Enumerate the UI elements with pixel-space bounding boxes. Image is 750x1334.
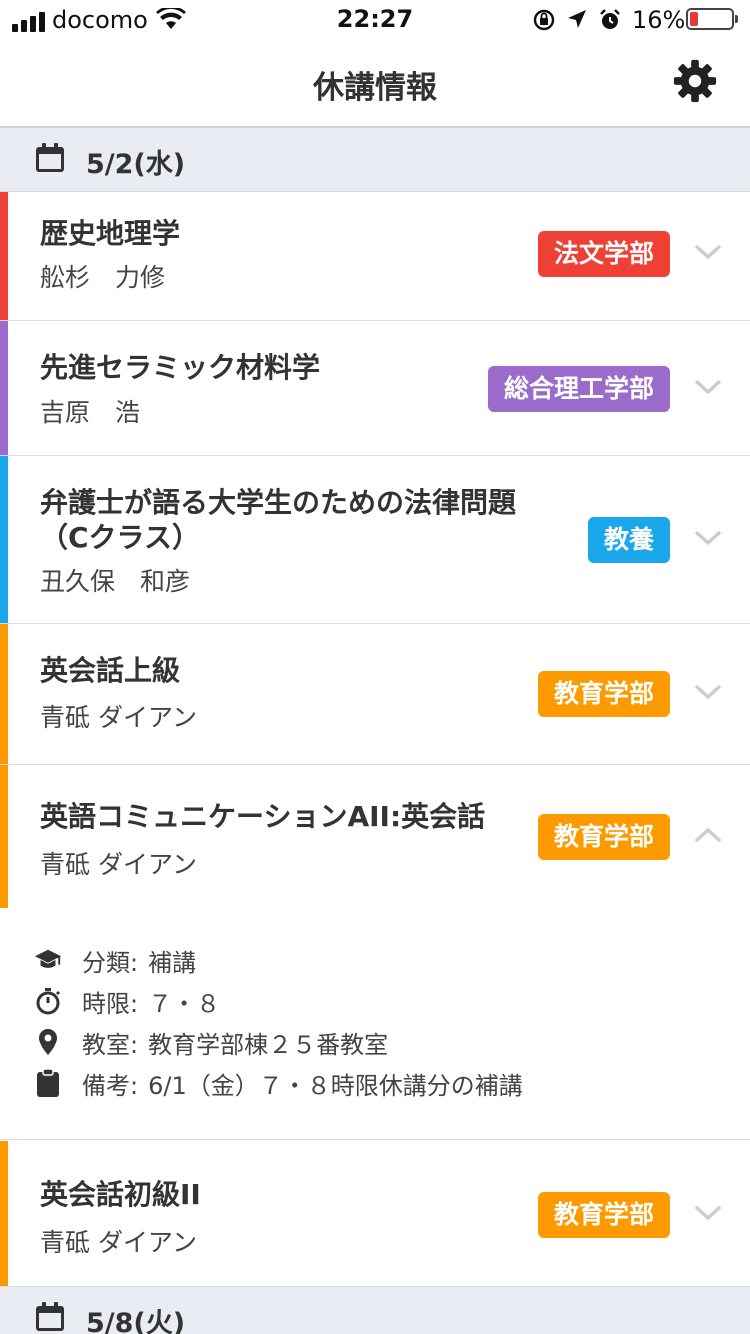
course-row[interactable]: 先進セラミック材料学 吉原 浩 総合理工学部: [0, 321, 750, 456]
orientation-lock-icon: [533, 9, 555, 31]
detail-category: 分類: 補講: [34, 940, 196, 980]
detail-value: 補講: [148, 948, 197, 977]
course-row-expanded[interactable]: 英語コミュニケーションAII:英会話 青砥 ダイアン 教育学部: [0, 765, 750, 908]
detail-value: 教育学部棟２５番教室: [148, 1030, 389, 1059]
course-teacher: 丑久保 和彦: [40, 567, 191, 596]
detail-value: ７・８: [148, 989, 221, 1018]
graduation-cap-icon: [34, 946, 62, 974]
date-label: 5/8(火): [86, 1308, 186, 1334]
faculty-badge: 教養: [587, 517, 670, 563]
battery-percent: 16%: [632, 6, 686, 34]
gear-icon[interactable]: [672, 58, 718, 104]
course-title: 英語コミュニケーションAII:英会話: [40, 800, 486, 833]
faculty-color-bar: [0, 192, 8, 320]
status-bar: docomo 22:27 16%: [0, 0, 750, 40]
faculty-badge: 総合理工学部: [487, 366, 670, 412]
chevron-down-icon[interactable]: [694, 238, 722, 266]
faculty-color-bar: [0, 765, 8, 908]
page-title: 休講情報: [313, 70, 437, 106]
calendar-icon: [36, 143, 64, 172]
map-pin-icon: [34, 1028, 62, 1056]
course-row[interactable]: 歴史地理学 舩杉 力修 法文学部: [0, 192, 750, 321]
detail-label: 教室:: [82, 1030, 139, 1059]
calendar-icon: [36, 1302, 64, 1331]
course-title: 歴史地理学: [40, 217, 181, 250]
course-row[interactable]: 英会話初級II 青砥 ダイアン 教育学部: [0, 1141, 750, 1287]
location-arrow-icon: [568, 10, 586, 28]
course-teacher: 舩杉 力修: [40, 263, 166, 292]
chevron-down-icon[interactable]: [694, 524, 722, 552]
course-row[interactable]: 弁護士が語る大学生のための法律問題 （Cクラス） 丑久保 和彦 教養: [0, 456, 750, 624]
alarm-icon: [600, 9, 620, 29]
chevron-up-icon[interactable]: [694, 821, 722, 849]
stopwatch-icon: [34, 987, 62, 1015]
course-title: 英会話上級: [40, 654, 181, 687]
faculty-badge: 教育学部: [537, 671, 670, 717]
chevron-down-icon[interactable]: [694, 678, 722, 706]
chevron-down-icon[interactable]: [694, 1199, 722, 1227]
clipboard-icon: [34, 1068, 62, 1097]
faculty-color-bar: [0, 1141, 8, 1286]
date-header: 5/8(火): [0, 1287, 750, 1334]
chevron-down-icon[interactable]: [694, 373, 722, 401]
course-teacher: 青砥 ダイアン: [40, 1228, 197, 1257]
course-teacher: 青砥 ダイアン: [40, 850, 197, 879]
faculty-badge: 法文学部: [537, 231, 670, 277]
course-row[interactable]: 英会話上級 青砥 ダイアン 教育学部: [0, 624, 750, 765]
course-title: 弁護士が語る大学生のための法律問題: [40, 486, 517, 519]
faculty-badge: 教育学部: [537, 814, 670, 860]
faculty-color-bar: [0, 456, 8, 623]
date-label: 5/2(水): [86, 149, 186, 180]
detail-value: 6/1（金）７・８時限休講分の補講: [148, 1071, 523, 1100]
course-teacher: 吉原 浩: [40, 398, 141, 427]
faculty-color-bar: [0, 624, 8, 764]
faculty-color-bar: [0, 321, 8, 455]
detail-label: 分類:: [82, 948, 139, 977]
battery-icon: [686, 8, 738, 30]
detail-room: 教室: 教育学部棟２５番教室: [34, 1022, 388, 1062]
detail-label: 時限:: [82, 989, 139, 1018]
nav-bar: 休講情報: [0, 40, 750, 128]
course-title: 英会話初級II: [40, 1178, 201, 1211]
faculty-badge: 教育学部: [537, 1192, 670, 1238]
course-title-line2: （Cクラス）: [40, 521, 200, 554]
course-teacher: 青砥 ダイアン: [40, 703, 197, 732]
detail-note: 備考: 6/1（金）７・８時限休講分の補講: [34, 1063, 523, 1103]
course-title: 先進セラミック材料学: [40, 351, 321, 384]
detail-period: 時限: ７・８: [34, 981, 220, 1021]
course-detail: 分類: 補講 時限: ７・８ 教室: 教育学部棟２５番教室 備考: 6/1（金）…: [0, 908, 750, 1140]
date-header: 5/2(水): [0, 128, 750, 192]
detail-label: 備考:: [82, 1071, 139, 1100]
